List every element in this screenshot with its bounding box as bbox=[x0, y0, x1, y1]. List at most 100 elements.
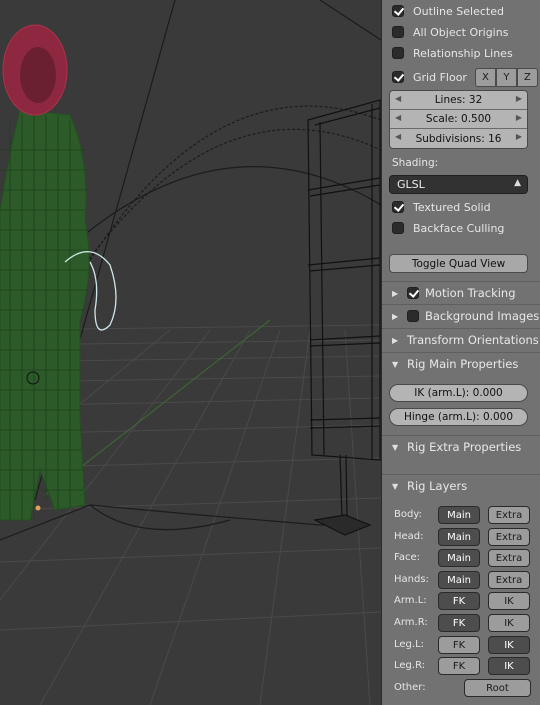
section-motion-tracking[interactable]: ▶ Motion Tracking bbox=[382, 281, 540, 304]
rig-layer-label: Leg.L: bbox=[394, 639, 425, 650]
textured-solid-row[interactable]: Textured Solid bbox=[382, 196, 540, 218]
grid-subdivisions-field[interactable]: ◀ Subdivisions: 16 ▶ bbox=[390, 129, 527, 148]
axis-toggle-group: X Y Z bbox=[474, 67, 538, 87]
rig-layer-label: Other: bbox=[394, 682, 426, 693]
toggle-quad-view-button[interactable]: Toggle Quad View bbox=[389, 254, 528, 273]
select-arrows-icon: ▲ bbox=[514, 178, 521, 188]
decrement-icon[interactable]: ◀ bbox=[395, 129, 401, 145]
rig-layer-row: Leg.L: FK IK bbox=[382, 636, 540, 656]
transform-orientations-label: Transform Orientations bbox=[407, 333, 539, 347]
all-object-origins-checkbox[interactable] bbox=[392, 26, 404, 38]
grid-floor-checkbox[interactable] bbox=[392, 71, 404, 83]
background-images-checkbox[interactable] bbox=[407, 310, 419, 322]
rig-layer-row: Face: Main Extra bbox=[382, 549, 540, 569]
3d-viewport[interactable] bbox=[0, 0, 381, 705]
backface-culling-checkbox[interactable] bbox=[392, 222, 404, 234]
rig-layer-label: Arm.L: bbox=[394, 595, 427, 606]
rig-main-properties-label: Rig Main Properties bbox=[407, 357, 519, 371]
rig-layer-row: Arm.L: FK IK bbox=[382, 592, 540, 612]
outline-selected-row[interactable]: Outline Selected bbox=[382, 0, 540, 22]
rig-layer-button-a[interactable]: Main bbox=[438, 549, 480, 567]
all-object-origins-row[interactable]: All Object Origins bbox=[382, 21, 540, 43]
increment-icon[interactable]: ▶ bbox=[516, 110, 522, 126]
rig-layer-button-a[interactable]: Main bbox=[438, 571, 480, 589]
hinge-arm-l-value: Hinge (arm.L): 0.000 bbox=[403, 411, 514, 423]
rig-layer-label: Leg.R: bbox=[394, 660, 426, 671]
rig-layer-button-b[interactable]: Extra bbox=[488, 528, 530, 546]
outline-selected-label: Outline Selected bbox=[413, 4, 504, 18]
rig-layer-row: Head: Main Extra bbox=[382, 528, 540, 548]
viewport-scene bbox=[0, 0, 381, 705]
rig-layer-label: Head: bbox=[394, 531, 424, 542]
relationship-lines-label: Relationship Lines bbox=[413, 46, 513, 60]
section-background-images[interactable]: ▶ Background Images bbox=[382, 304, 540, 327]
section-rig-layers[interactable]: ▼ Rig Layers bbox=[382, 474, 540, 497]
grid-lines-value: Lines: 32 bbox=[434, 94, 483, 106]
root-layer-button[interactable]: Root bbox=[464, 679, 531, 697]
increment-icon[interactable]: ▶ bbox=[516, 129, 522, 145]
grid-settings-group: ◀ Lines: 32 ▶ ◀ Scale: 0.500 ▶ ◀ Subdivi… bbox=[389, 90, 528, 149]
rig-layer-button-b[interactable]: IK bbox=[488, 614, 530, 632]
backface-culling-row[interactable]: Backface Culling bbox=[382, 217, 540, 239]
rig-layer-button-a[interactable]: FK bbox=[438, 657, 480, 675]
ik-arm-l-slider[interactable]: IK (arm.L): 0.000 bbox=[389, 384, 528, 402]
rig-layer-row: Hands: Main Extra bbox=[382, 571, 540, 591]
rig-layer-row: Body: Main Extra bbox=[382, 506, 540, 526]
outline-selected-checkbox[interactable] bbox=[392, 5, 404, 17]
textured-solid-label: Textured Solid bbox=[413, 200, 491, 214]
shading-value: GLSL bbox=[397, 178, 425, 191]
axis-y-button[interactable]: Y bbox=[495, 67, 517, 87]
all-object-origins-label: All Object Origins bbox=[413, 25, 509, 39]
decrement-icon[interactable]: ◀ bbox=[395, 91, 401, 107]
rig-layers-label: Rig Layers bbox=[407, 479, 468, 493]
rig-layer-button-b[interactable]: Extra bbox=[488, 571, 530, 589]
rig-layer-button-b[interactable]: IK bbox=[488, 592, 530, 610]
grid-floor-row[interactable]: Grid Floor X Y Z bbox=[382, 66, 540, 88]
increment-icon[interactable]: ▶ bbox=[516, 91, 522, 107]
collapsed-triangle-icon: ▶ bbox=[392, 311, 399, 321]
relationship-lines-checkbox[interactable] bbox=[392, 47, 404, 59]
rig-layer-label: Hands: bbox=[394, 574, 429, 585]
section-transform-orientations[interactable]: ▶ Transform Orientations bbox=[382, 328, 540, 351]
rig-layer-button-a[interactable]: Main bbox=[438, 506, 480, 524]
shading-select[interactable]: GLSL ▲ bbox=[389, 175, 528, 194]
background-images-label: Background Images bbox=[425, 309, 540, 323]
grid-scale-field[interactable]: ◀ Scale: 0.500 ▶ bbox=[390, 110, 527, 129]
motion-tracking-label: Motion Tracking bbox=[425, 286, 516, 300]
rig-layer-button-b[interactable]: Extra bbox=[488, 549, 530, 567]
properties-panel: Outline Selected All Object Origins Rela… bbox=[381, 0, 540, 705]
rig-layer-row: Arm.R: FK IK bbox=[382, 614, 540, 634]
rig-layer-button-b[interactable]: IK bbox=[488, 636, 530, 654]
section-rig-main-properties[interactable]: ▼ Rig Main Properties bbox=[382, 352, 540, 375]
grid-lines-field[interactable]: ◀ Lines: 32 ▶ bbox=[390, 91, 527, 110]
rig-layer-label: Face: bbox=[394, 552, 420, 563]
relationship-lines-row[interactable]: Relationship Lines bbox=[382, 42, 540, 64]
grid-scale-value: Scale: 0.500 bbox=[425, 113, 492, 125]
rig-layer-button-a[interactable]: Main bbox=[438, 528, 480, 546]
collapsed-triangle-icon: ▶ bbox=[392, 335, 399, 345]
axis-x-button[interactable]: X bbox=[474, 67, 496, 87]
axis-z-button[interactable]: Z bbox=[516, 67, 538, 87]
rig-layer-row: Leg.R: FK IK bbox=[382, 657, 540, 677]
rig-layer-row-other: Other: Root bbox=[382, 679, 540, 699]
expanded-triangle-icon: ▼ bbox=[392, 481, 399, 491]
expanded-triangle-icon: ▼ bbox=[392, 359, 399, 369]
motion-tracking-checkbox[interactable] bbox=[407, 287, 419, 299]
textured-solid-checkbox[interactable] bbox=[392, 201, 404, 213]
section-rig-extra-properties[interactable]: ▼ Rig Extra Properties bbox=[382, 435, 540, 458]
rig-layer-button-a[interactable]: FK bbox=[438, 592, 480, 610]
grid-subdivisions-value: Subdivisions: 16 bbox=[415, 132, 502, 145]
shelf-mesh bbox=[307, 99, 381, 536]
rig-layer-button-a[interactable]: FK bbox=[438, 636, 480, 654]
rig-layer-button-b[interactable]: Extra bbox=[488, 506, 530, 524]
decrement-icon[interactable]: ◀ bbox=[395, 110, 401, 126]
rig-layer-button-b[interactable]: IK bbox=[488, 657, 530, 675]
hinge-arm-l-slider[interactable]: Hinge (arm.L): 0.000 bbox=[389, 408, 528, 426]
rig-extra-properties-label: Rig Extra Properties bbox=[407, 440, 522, 454]
backface-culling-label: Backface Culling bbox=[413, 221, 505, 235]
rig-layer-button-a[interactable]: FK bbox=[438, 614, 480, 632]
expanded-triangle-icon: ▼ bbox=[392, 442, 399, 452]
shading-label: Shading: bbox=[392, 157, 439, 169]
collapsed-triangle-icon: ▶ bbox=[392, 288, 399, 298]
ik-arm-l-value: IK (arm.L): 0.000 bbox=[414, 387, 503, 399]
